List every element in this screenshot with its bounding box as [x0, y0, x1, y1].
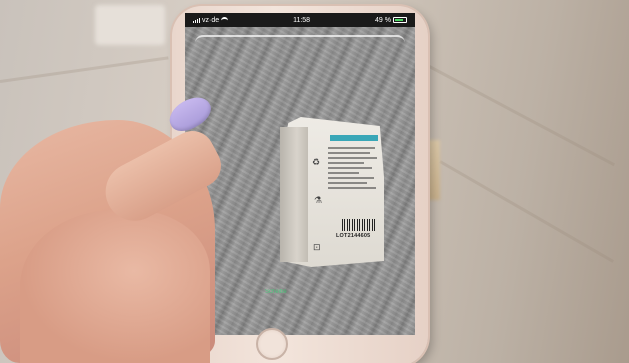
floor-board [419, 60, 615, 167]
label-text-lines [328, 147, 380, 192]
barcode [342, 219, 376, 231]
camera-viewfinder[interactable]: ♻ ⚗ ⊡ LOT2144605 Scheibe [185, 27, 415, 335]
lot-code: LOT2144605 [336, 233, 371, 239]
signal-icon [193, 17, 200, 23]
status-time: 11:58 [293, 16, 311, 24]
floor-board [0, 56, 169, 83]
wifi-icon [221, 16, 229, 24]
battery-percent: 49 % [375, 16, 391, 24]
battery-icon [393, 17, 407, 23]
viewfinder-frame [195, 35, 405, 43]
label-stripe [330, 135, 378, 141]
palm [20, 210, 210, 363]
status-left: vz·de [193, 16, 229, 24]
bottle-symbol-icon: ⚗ [314, 195, 323, 205]
photo-background: vz·de 11:58 49 % ♻ ⚗ ⊡ LOT2144605 Scheib… [0, 0, 629, 363]
carrier-name: vz·de [202, 16, 220, 24]
scan-hint-text: Scheibe [265, 289, 287, 295]
home-button-icon[interactable] [256, 328, 288, 360]
bin-symbol-icon: ⊡ [313, 242, 321, 252]
floor-board [439, 160, 614, 263]
sachet-fold [280, 127, 308, 262]
recycle-symbol-icon: ♻ [312, 157, 321, 167]
status-right: 49 % [375, 17, 407, 24]
product-sachet: ♻ ⚗ ⊡ LOT2144605 [280, 117, 384, 267]
status-bar: vz·de 11:58 49 % [185, 13, 415, 27]
background-box [95, 5, 165, 45]
